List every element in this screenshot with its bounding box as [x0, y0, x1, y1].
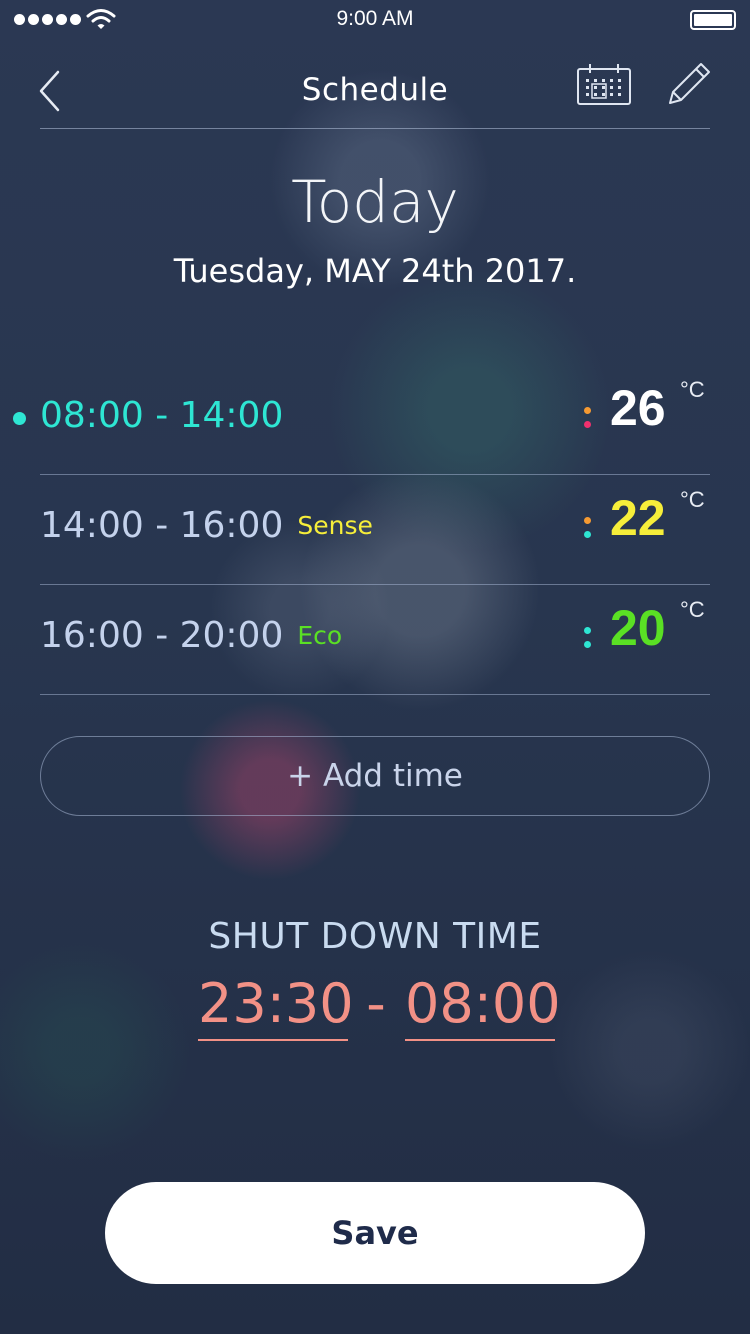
shutdown-label: SHUT DOWN TIME	[208, 916, 542, 957]
battery-icon	[690, 10, 736, 30]
mode-label: Sense	[297, 511, 373, 540]
time-range-text: 16:00 - 20:00	[40, 615, 284, 656]
shutdown-start-field[interactable]: 23:30	[198, 972, 354, 1041]
time-range-text: 14:00 - 16:00	[40, 505, 284, 546]
time-range-text: 08:00 - 14:00	[40, 395, 284, 436]
mode-dots-icon	[584, 621, 592, 651]
mode-label: Eco	[297, 621, 343, 650]
calendar-button[interactable]	[575, 63, 633, 107]
temperature-unit: °C	[680, 597, 705, 622]
status-time: 9:00 AM	[336, 7, 414, 30]
active-indicator	[13, 412, 26, 425]
day-date: Tuesday, MAY 24th 2017.	[173, 252, 577, 290]
day-title: Today	[291, 168, 459, 236]
edit-button[interactable]	[665, 60, 713, 108]
time-range: 16:00 - 20:00 Eco	[40, 615, 342, 656]
time-range: 08:00 - 14:00	[40, 395, 283, 436]
status-bar: 9:00 AM	[0, 0, 750, 40]
temperature-unit: °C	[680, 487, 705, 512]
row-divider	[40, 694, 710, 695]
schedule-row[interactable]: 08:00 - 14:00 26 °C	[13, 365, 710, 475]
screen: 9:00 AM Schedule Today Tuesday, MAY 24th…	[0, 0, 750, 1334]
calendar-icon	[577, 64, 631, 105]
schedule-row[interactable]: 14:00 - 16:00 Sense 22 °C	[40, 475, 710, 585]
temperature-value: 20	[610, 600, 666, 656]
page-title: Schedule	[301, 72, 449, 108]
shutdown-separator: -	[366, 972, 386, 1035]
save-button[interactable]: Save	[105, 1182, 645, 1284]
temperature-value: 26	[610, 380, 666, 436]
nav-divider	[40, 128, 710, 129]
shutdown-end-field[interactable]: 08:00	[405, 972, 561, 1041]
temperature-value: 22	[610, 490, 666, 546]
mode-dots-icon	[584, 511, 592, 541]
add-time-button[interactable]: + Add time	[40, 736, 710, 816]
schedule-row[interactable]: 16:00 - 20:00 Eco 20 °C	[40, 585, 710, 695]
mode-dots-icon	[584, 401, 592, 431]
temperature-unit: °C	[680, 377, 705, 402]
pencil-icon	[669, 63, 710, 104]
time-range: 14:00 - 16:00 Sense	[40, 505, 373, 546]
